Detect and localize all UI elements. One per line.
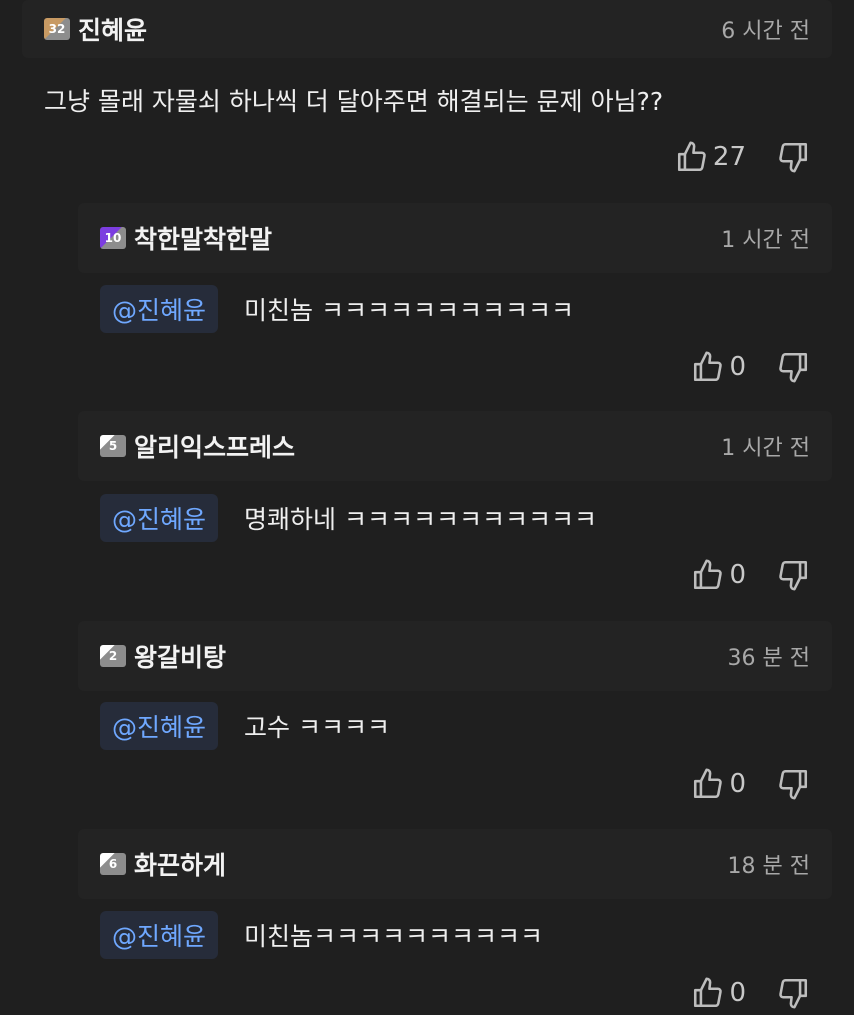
comment-text: 그냥 몰래 자물쇠 하나씩 더 달아주면 해결되는 문제 아님?? — [44, 87, 664, 116]
reply-header: 2 왕갈비탕 36 분 전 — [78, 621, 832, 691]
thumbs-down-icon[interactable] — [776, 140, 810, 174]
thumbs-down-icon[interactable] — [776, 767, 810, 801]
reply-body: @진혜윤 미친놈ㅋㅋㅋㅋㅋㅋㅋㅋㅋㅋ — [100, 911, 543, 959]
like-count: 0 — [729, 352, 746, 382]
reply-header: 10 착한말착한말 1 시간 전 — [78, 203, 832, 273]
thumbs-down-icon[interactable] — [776, 350, 810, 384]
comment-username[interactable]: 진혜윤 — [78, 11, 147, 47]
thumbs-up-icon[interactable] — [691, 767, 725, 801]
thumbs-up-icon[interactable] — [691, 976, 725, 1010]
level-badge-icon: 32 — [44, 18, 70, 40]
reply-text: 명쾌하네 ㅋㅋㅋㅋㅋㅋㅋㅋㅋㅋㅋ — [244, 505, 597, 534]
reply-header: 6 화끈하게 18 분 전 — [78, 829, 832, 899]
reply-actions: 0 — [691, 350, 810, 384]
mention-tag[interactable]: @진혜윤 — [100, 494, 219, 542]
mention-tag[interactable]: @진혜윤 — [100, 285, 219, 333]
reply-actions: 0 — [691, 767, 810, 801]
reply-body: @진혜윤 미친놈 ㅋㅋㅋㅋㅋㅋㅋㅋㅋㅋㅋ — [100, 285, 574, 333]
thumbs-down-icon[interactable] — [776, 976, 810, 1010]
level-badge-icon: 6 — [100, 853, 126, 875]
like-count: 0 — [729, 978, 746, 1008]
reply-text: 고수 ㅋㅋㅋㅋ — [244, 713, 390, 742]
level-badge-icon: 5 — [100, 435, 126, 457]
reply-username[interactable]: 화끈하게 — [134, 846, 226, 882]
reply-time: 1 시간 전 — [721, 228, 810, 253]
reply-header: 5 알리익스프레스 1 시간 전 — [78, 411, 832, 481]
reply-time: 36 분 전 — [727, 646, 810, 671]
reply-time: 1 시간 전 — [721, 436, 810, 461]
thumbs-up-icon[interactable] — [691, 350, 725, 384]
like-count: 0 — [729, 769, 746, 799]
thumbs-up-icon[interactable] — [675, 140, 709, 174]
reply-actions: 0 — [691, 558, 810, 592]
reply-time: 18 분 전 — [727, 854, 810, 879]
level-badge-icon: 10 — [100, 227, 126, 249]
comment-header: 32 진혜윤 6 시간 전 — [22, 0, 832, 58]
mention-tag[interactable]: @진혜윤 — [100, 702, 219, 750]
thumbs-up-icon[interactable] — [691, 558, 725, 592]
thumbs-down-icon[interactable] — [776, 558, 810, 592]
reply-actions: 0 — [691, 976, 810, 1010]
reply-username[interactable]: 알리익스프레스 — [134, 428, 295, 464]
comment-time: 6 시간 전 — [721, 19, 810, 44]
comment-actions: 27 — [675, 140, 810, 174]
reply-text: 미친놈 ㅋㅋㅋㅋㅋㅋㅋㅋㅋㅋㅋ — [244, 296, 574, 325]
reply-body: @진혜윤 명쾌하네 ㅋㅋㅋㅋㅋㅋㅋㅋㅋㅋㅋ — [100, 494, 597, 542]
like-count: 0 — [729, 560, 746, 590]
mention-tag[interactable]: @진혜윤 — [100, 911, 219, 959]
reply-body: @진혜윤 고수 ㅋㅋㅋㅋ — [100, 702, 390, 750]
reply-username[interactable]: 왕갈비탕 — [134, 638, 226, 674]
like-count: 27 — [712, 142, 746, 172]
reply-username[interactable]: 착한말착한말 — [134, 220, 272, 256]
reply-text: 미친놈ㅋㅋㅋㅋㅋㅋㅋㅋㅋㅋ — [244, 922, 544, 951]
level-badge-icon: 2 — [100, 645, 126, 667]
